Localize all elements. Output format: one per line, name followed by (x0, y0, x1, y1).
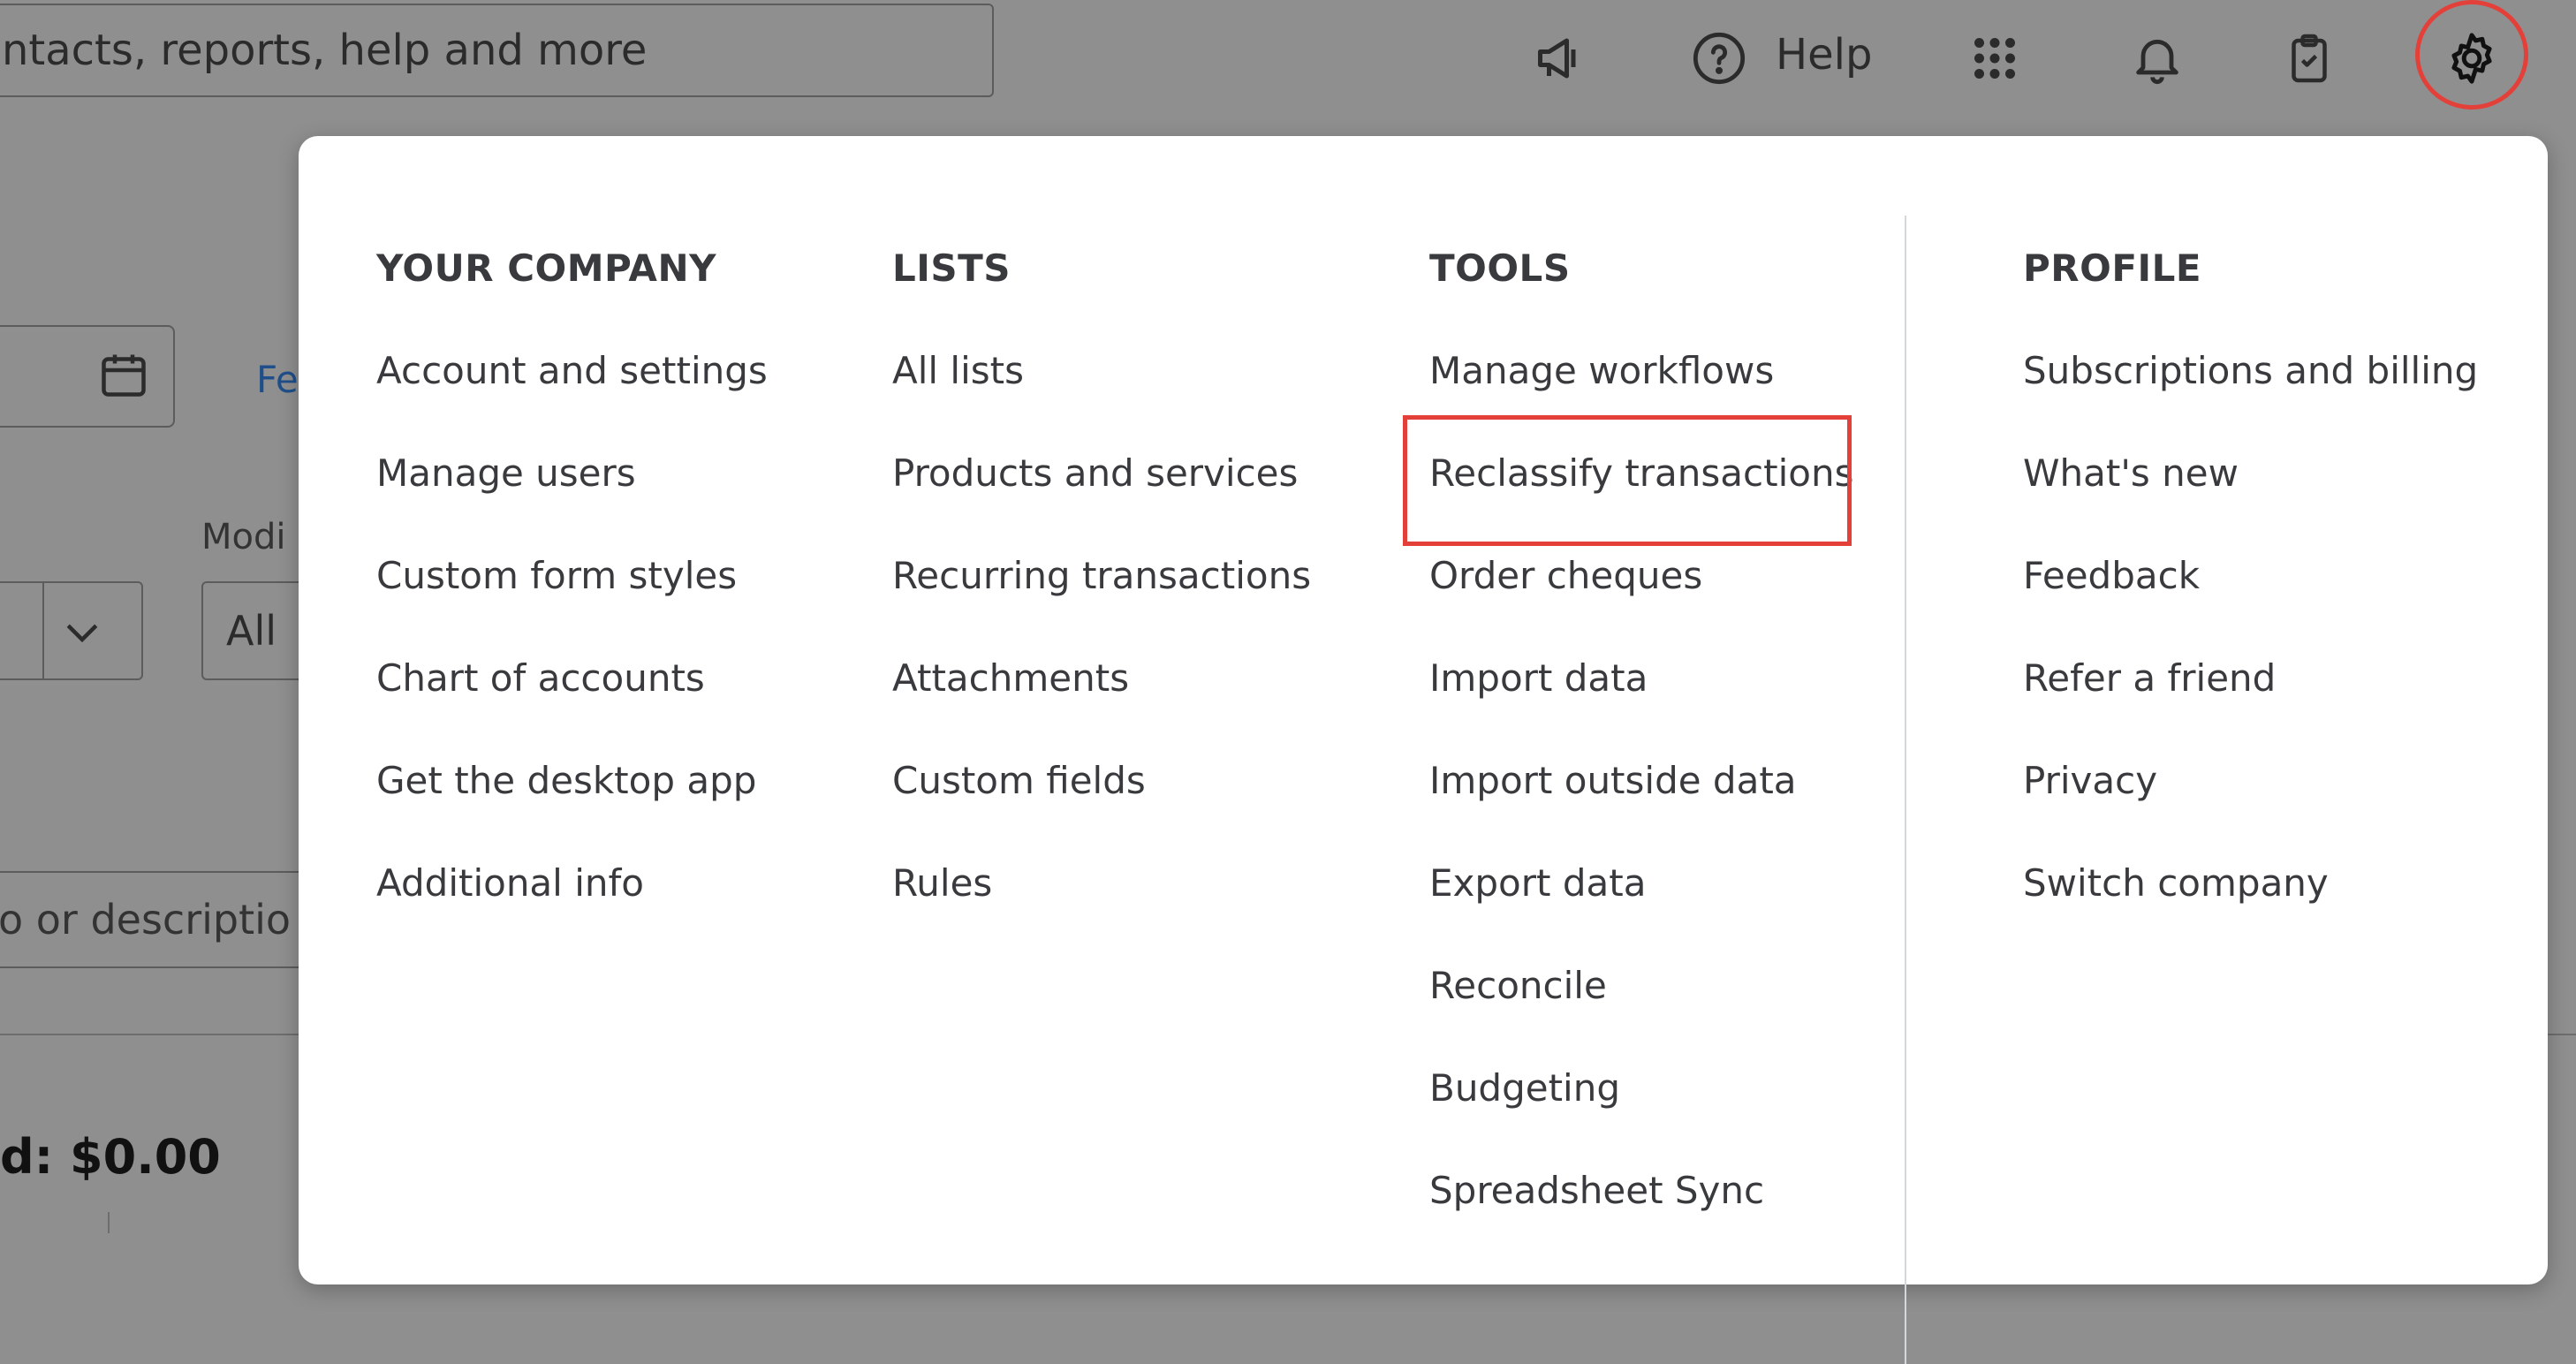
background-divider-right (2544, 1034, 2576, 1035)
menu-item-feedback[interactable]: Feedback (2023, 549, 2478, 652)
search-input[interactable]: ntacts, reports, help and more (0, 4, 994, 97)
menu-item-order-cheques[interactable]: Order cheques (1429, 549, 1853, 652)
column-heading: LISTS (892, 246, 1011, 290)
menu-item-manage-users[interactable]: Manage users (376, 447, 768, 549)
menu-item-rules[interactable]: Rules (892, 857, 1311, 959)
menu-column-tools: TOOLS Manage workflows Reclassify transa… (1429, 242, 1853, 1267)
menu-item-attachments[interactable]: Attachments (892, 652, 1311, 754)
background-dropdown[interactable] (0, 581, 143, 680)
column-heading: PROFILE (2023, 246, 2202, 290)
clipboard-check-icon[interactable] (2277, 27, 2341, 90)
megaphone-icon[interactable] (1528, 27, 1592, 90)
menu-item-get-desktop-app[interactable]: Get the desktop app (376, 754, 768, 857)
menu-item-import-data[interactable]: Import data (1429, 652, 1853, 754)
help-circle-icon[interactable] (1687, 27, 1751, 90)
menu-item-custom-form-styles[interactable]: Custom form styles (376, 549, 768, 652)
background-label: Modi (201, 517, 286, 557)
help-label[interactable]: Help (1776, 30, 1872, 80)
modified-dropdown-value: All (226, 607, 277, 655)
menu-item-custom-fields[interactable]: Custom fields (892, 754, 1311, 857)
background-link[interactable]: Fe (256, 358, 299, 401)
menu-item-spreadsheet-sync[interactable]: Spreadsheet Sync (1429, 1164, 1853, 1267)
total-amount: d: $0.00 (0, 1129, 221, 1185)
menu-column-profile: PROFILE Subscriptions and billing What's… (2023, 242, 2478, 959)
menu-item-switch-company[interactable]: Switch company (2023, 857, 2478, 959)
menu-item-all-lists[interactable]: All lists (892, 345, 1311, 447)
gear-highlight-ring (2415, 0, 2528, 110)
column-heading: YOUR COMPANY (376, 246, 717, 290)
menu-item-whats-new[interactable]: What's new (2023, 447, 2478, 549)
calendar-icon[interactable] (97, 348, 150, 405)
menu-column-lists: LISTS All lists Products and services Re… (892, 242, 1311, 959)
memo-search-input[interactable]: o or descriptio (0, 871, 309, 968)
menu-item-privacy[interactable]: Privacy (2023, 754, 2478, 857)
menu-column-your-company: YOUR COMPANY Account and settings Manage… (376, 242, 768, 959)
menu-item-budgeting[interactable]: Budgeting (1429, 1062, 1853, 1164)
chevron-down-icon[interactable] (58, 608, 106, 659)
apps-grid-icon[interactable] (1963, 27, 2027, 90)
column-heading: TOOLS (1429, 246, 1571, 290)
bell-icon[interactable] (2125, 27, 2189, 90)
settings-menu-panel: YOUR COMPANY Account and settings Manage… (299, 136, 2548, 1364)
menu-item-export-data[interactable]: Export data (1429, 857, 1853, 959)
table-column-divider (108, 1212, 110, 1233)
menu-item-subscriptions-and-billing[interactable]: Subscriptions and billing (2023, 345, 2478, 447)
menu-item-reconcile[interactable]: Reconcile (1429, 959, 1853, 1062)
memo-placeholder: o or descriptio (0, 896, 292, 943)
dropdown-divider (42, 583, 44, 678)
menu-item-refer-a-friend[interactable]: Refer a friend (2023, 652, 2478, 754)
background-divider (0, 1034, 300, 1035)
reclassify-highlight-box (1403, 415, 1852, 546)
menu-item-chart-of-accounts[interactable]: Chart of accounts (376, 652, 768, 754)
menu-item-import-outside-data[interactable]: Import outside data (1429, 754, 1853, 857)
column-divider (1905, 216, 1906, 1364)
search-placeholder: ntacts, reports, help and more (2, 26, 648, 75)
menu-item-account-and-settings[interactable]: Account and settings (376, 345, 768, 447)
menu-item-recurring-transactions[interactable]: Recurring transactions (892, 549, 1311, 652)
menu-item-additional-info[interactable]: Additional info (376, 857, 768, 959)
menu-item-products-and-services[interactable]: Products and services (892, 447, 1311, 549)
date-input[interactable] (0, 325, 175, 428)
